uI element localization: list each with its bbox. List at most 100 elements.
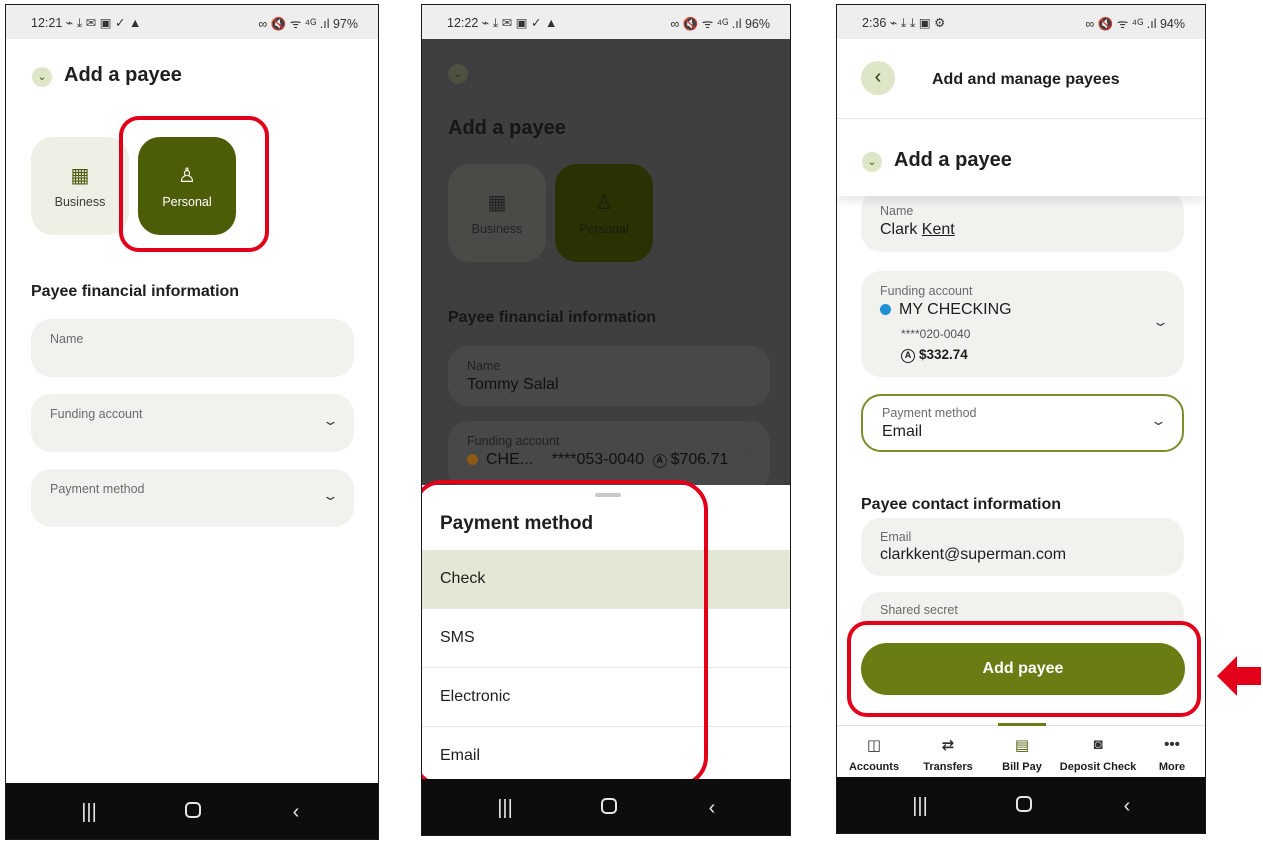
- status-bar: 12:21 ⌁ ⤓ ✉ ▣ ✓ ▲ ∞ 🔇 ᯤ ⁴ᴳ .ıl 97%: [6, 5, 378, 39]
- person-icon: ♙: [178, 165, 196, 187]
- back-arrow-icon[interactable]: ‹: [861, 61, 895, 95]
- status-icons-right: ∞ 🔇 ᯤ ⁴ᴳ .ıl: [1085, 17, 1157, 31]
- name-input[interactable]: Name Clark Kent: [861, 196, 1184, 252]
- home-icon[interactable]: [1009, 795, 1039, 818]
- form-scroll-area[interactable]: Name Clark Kent Funding account MY CHECK…: [837, 196, 1205, 621]
- building-icon: ▦: [70, 165, 90, 187]
- payment-option-check[interactable]: Check: [422, 550, 790, 608]
- tab-more[interactable]: ••• More: [1135, 726, 1205, 780]
- name-last: Kent: [921, 221, 955, 238]
- field-value: Tommy Salal: [467, 376, 559, 393]
- field-label: Payment method: [882, 406, 977, 420]
- building-icon: ▦: [487, 192, 507, 214]
- home-icon[interactable]: [594, 797, 624, 820]
- field-label: Shared secret: [880, 603, 958, 617]
- collapse-chevron-icon[interactable]: ⌄: [862, 152, 882, 172]
- payee-type-business-button[interactable]: ▦ Business: [31, 137, 129, 235]
- transfer-arrows-icon: ⇄: [941, 737, 955, 754]
- recent-apps-icon[interactable]: |||: [74, 801, 104, 824]
- phone-screen-1: 12:21 ⌁ ⤓ ✉ ▣ ✓ ▲ ∞ 🔇 ᯤ ⁴ᴳ .ıl 97% ⌄ Add…: [5, 4, 379, 840]
- name-first: Clark: [880, 221, 918, 238]
- field-label: Name: [880, 204, 914, 218]
- status-bar: 2:36 ⌁ ⤓ ⤓ ▣ ⚙ ∞ 🔇 ᯤ ⁴ᴳ .ıl 94%: [837, 5, 1205, 39]
- back-icon[interactable]: ‹: [697, 797, 727, 820]
- wallet-icon: ◫: [866, 737, 882, 754]
- funding-account-name: CHE...: [486, 451, 534, 468]
- home-icon[interactable]: [178, 801, 208, 824]
- collapse-chevron-icon[interactable]: ⌄: [32, 67, 52, 87]
- payee-type-label: Personal: [162, 195, 212, 209]
- field-label: Funding account: [880, 284, 973, 298]
- tab-label: More: [1158, 761, 1186, 773]
- shared-secret-input[interactable]: Shared secret: [861, 592, 1184, 621]
- status-icons-left: ⌁ ⤓ ⤓ ▣ ⚙: [889, 16, 946, 30]
- field-label: Name: [467, 359, 501, 373]
- system-nav-bar: ||| ‹: [422, 779, 790, 835]
- tab-label: Accounts: [848, 761, 900, 773]
- status-icons-right: ∞ 🔇 ᯤ ⁴ᴳ .ıl: [670, 17, 742, 31]
- tab-deposit-check[interactable]: ◙ Deposit Check: [1059, 726, 1137, 780]
- tab-label: Deposit Check: [1059, 761, 1137, 773]
- field-label: Funding account: [50, 407, 143, 421]
- name-input: Name Tommy Salal: [448, 346, 770, 406]
- drag-handle[interactable]: [595, 493, 621, 497]
- status-time: 12:22: [447, 16, 479, 30]
- payment-option-email[interactable]: Email: [422, 726, 790, 784]
- account-name: MY CHECKING: [880, 301, 1012, 319]
- app-header: ‹ Add and manage payees: [837, 39, 1205, 119]
- account-number: ****020-0040: [901, 327, 971, 341]
- phone-screen-3: 2:36 ⌁ ⤓ ⤓ ▣ ⚙ ∞ 🔇 ᯤ ⁴ᴳ .ıl 94% ‹ Add an…: [836, 4, 1206, 834]
- payee-type-label: Business: [471, 222, 523, 236]
- sheet-title: Payment method: [440, 513, 594, 534]
- back-icon[interactable]: ‹: [281, 801, 311, 824]
- field-value: Clark Kent: [880, 221, 955, 239]
- email-input[interactable]: Email clarkkent@superman.com: [861, 518, 1184, 576]
- back-icon[interactable]: ‹: [1112, 795, 1142, 818]
- field-label: Email: [880, 530, 912, 544]
- status-time: 12:21: [31, 16, 63, 30]
- account-color-dot: [467, 454, 478, 466]
- system-nav-bar: ||| ‹: [837, 777, 1205, 833]
- bill-icon: ▤: [1014, 737, 1030, 754]
- chevron-down-icon: ⌄: [1151, 314, 1170, 329]
- collapse-chevron-icon: ⌄: [448, 64, 468, 84]
- recent-apps-icon[interactable]: |||: [490, 797, 520, 820]
- field-label: Payment method: [50, 482, 145, 496]
- available-balance-icon: A: [652, 454, 667, 468]
- more-dots-icon: •••: [1164, 736, 1180, 753]
- active-tab-indicator: [998, 723, 1046, 726]
- add-payee-button[interactable]: Add payee: [861, 643, 1185, 695]
- funding-account-summary: CHE... ****053-0040 A $706.71: [467, 451, 728, 469]
- payment-method-select[interactable]: Payment method Email ⌄: [861, 394, 1184, 452]
- name-input[interactable]: Name: [31, 319, 354, 377]
- tab-bill-pay[interactable]: ▤ Bill Pay: [985, 723, 1059, 780]
- dimmed-background[interactable]: ⌄ Add a payee ▦ Business ♙ Personal Paye…: [422, 39, 790, 491]
- status-time: 2:36: [862, 16, 887, 30]
- chevron-down-icon: ⌄: [321, 413, 340, 428]
- chevron-down-icon: ⌄: [321, 488, 340, 503]
- system-nav-bar: ||| ‹: [6, 783, 378, 839]
- battery-level: 97%: [332, 17, 358, 31]
- account-balance: A $332.74: [901, 347, 968, 363]
- status-icons-left: ⌁ ⤓ ✉ ▣ ✓ ▲: [481, 16, 558, 30]
- funding-account-select[interactable]: Funding account MY CHECKING ****020-0040…: [861, 271, 1184, 377]
- payment-method-sheet: Payment method Check SMS Electronic Emai…: [422, 485, 790, 781]
- payment-option-electronic[interactable]: Electronic: [422, 667, 790, 725]
- action-bar: Add payee: [837, 621, 1205, 725]
- page-title: Add a payee: [64, 64, 182, 86]
- battery-level: 94%: [1159, 17, 1185, 31]
- tab-transfers[interactable]: ⇄ Transfers: [911, 726, 985, 780]
- person-icon: ♙: [595, 192, 613, 214]
- phone-screen-2: 12:22 ⌁ ⤓ ✉ ▣ ✓ ▲ ∞ 🔇 ᯤ ⁴ᴳ .ıl 96% ⌄ Add…: [421, 4, 791, 836]
- field-value: clarkkent@superman.com: [880, 546, 1067, 563]
- tab-accounts[interactable]: ◫ Accounts: [837, 726, 911, 780]
- chevron-down-icon: ⌄: [1149, 413, 1168, 428]
- payment-option-sms[interactable]: SMS: [422, 608, 790, 666]
- status-bar: 12:22 ⌁ ⤓ ✉ ▣ ✓ ▲ ∞ 🔇 ᯤ ⁴ᴳ .ıl 96%: [422, 5, 790, 39]
- payee-type-personal-button[interactable]: ♙ Personal: [138, 137, 236, 235]
- payee-type-personal-button: ♙ Personal: [555, 164, 653, 262]
- account-color-dot: [880, 304, 891, 316]
- funding-account-select[interactable]: Funding account ⌄: [31, 394, 354, 452]
- recent-apps-icon[interactable]: |||: [905, 795, 935, 818]
- payment-method-select[interactable]: Payment method ⌄: [31, 469, 354, 527]
